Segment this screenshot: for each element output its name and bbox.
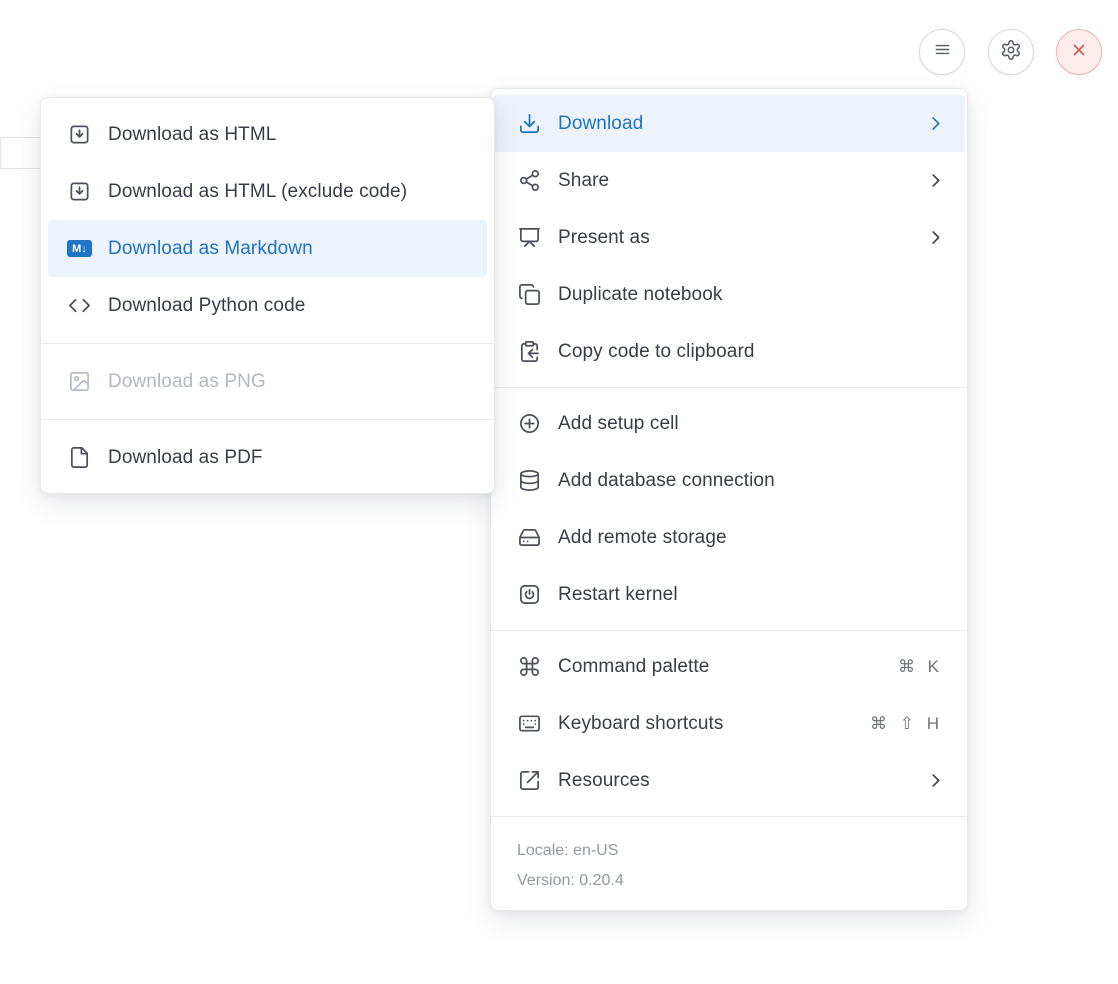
menu-item-duplicate-notebook[interactable]: Duplicate notebook [493, 266, 965, 323]
command-icon [517, 654, 542, 679]
menu-item-command-palette[interactable]: Command palette ⌘ K [493, 638, 965, 695]
menu-item-label: Download as HTML (exclude code) [108, 181, 473, 203]
menu-item-add-database-connection[interactable]: Add database connection [493, 452, 965, 509]
keyboard-icon [517, 711, 542, 736]
submenu-item-download-html[interactable]: Download as HTML [48, 106, 487, 163]
download-submenu: Download as HTML Download as HTML (exclu… [40, 97, 495, 494]
download-icon [517, 111, 542, 136]
menu-item-label: Share [558, 170, 925, 192]
hard-drive-icon [517, 525, 542, 550]
version-text: Version: 0.20.4 [517, 866, 941, 896]
notebook-actions-menu: Download Share Present as [490, 88, 968, 911]
gear-icon [1000, 39, 1022, 66]
submenu-item-download-python-code[interactable]: Download Python code [48, 277, 487, 334]
image-icon [67, 369, 92, 394]
markdown-icon: M↓ [67, 236, 92, 261]
chevron-right-icon [925, 114, 945, 133]
menu-divider [491, 387, 967, 388]
download-box-icon [67, 179, 92, 204]
menu-item-label: Add setup cell [558, 413, 945, 435]
clipboard-copy-icon [517, 339, 542, 364]
close-icon [1069, 40, 1089, 65]
menu-item-add-remote-storage[interactable]: Add remote storage [493, 509, 965, 566]
menu-item-label: Resources [558, 770, 925, 792]
close-button[interactable] [1056, 29, 1102, 75]
share-icon [517, 168, 542, 193]
menu-item-copy-code[interactable]: Copy code to clipboard [493, 323, 965, 380]
menu-item-label: Download as PNG [108, 371, 473, 393]
menu-item-label: Download as Markdown [108, 238, 473, 260]
menu-item-label: Add database connection [558, 470, 945, 492]
background-cell-border-top [0, 137, 41, 138]
notebook-menu-button[interactable] [919, 29, 965, 75]
menu-divider [41, 419, 494, 420]
settings-button[interactable] [988, 29, 1034, 75]
chevron-right-icon [925, 771, 945, 790]
menu-divider [491, 630, 967, 631]
background-cell-border-bottom [0, 168, 41, 169]
menu-item-label: Copy code to clipboard [558, 341, 945, 363]
power-icon [517, 582, 542, 607]
menu-item-label: Download as HTML [108, 124, 473, 146]
chevron-right-icon [925, 171, 945, 190]
menu-divider [41, 343, 494, 344]
duplicate-icon [517, 282, 542, 307]
menu-item-label: Add remote storage [558, 527, 945, 549]
file-icon [67, 445, 92, 470]
menu-footer: Locale: en-US Version: 0.20.4 [491, 824, 967, 910]
menu-divider [491, 816, 967, 817]
background-cell-border-left [0, 137, 1, 168]
menu-item-label: Download [558, 113, 925, 135]
submenu-item-download-markdown[interactable]: M↓ Download as Markdown [48, 220, 487, 277]
hamburger-icon [932, 39, 953, 65]
menu-item-label: Present as [558, 227, 925, 249]
menu-item-present-as[interactable]: Present as [493, 209, 965, 266]
locale-text: Locale: en-US [517, 836, 941, 866]
menu-item-label: Keyboard shortcuts [558, 713, 870, 735]
submenu-item-download-pdf[interactable]: Download as PDF [48, 429, 487, 486]
database-icon [517, 468, 542, 493]
menu-item-add-setup-cell[interactable]: Add setup cell [493, 395, 965, 452]
presentation-icon [517, 225, 542, 250]
code-icon [67, 293, 92, 318]
submenu-item-download-html-exclude-code[interactable]: Download as HTML (exclude code) [48, 163, 487, 220]
chevron-right-icon [925, 228, 945, 247]
menu-item-label: Download as PDF [108, 447, 473, 469]
submenu-item-download-png[interactable]: Download as PNG [48, 353, 487, 410]
menu-item-label: Command palette [558, 656, 898, 678]
external-link-icon [517, 768, 542, 793]
menu-item-label: Duplicate notebook [558, 284, 945, 306]
menu-item-download[interactable]: Download [493, 95, 965, 152]
markdown-badge: M↓ [67, 240, 92, 257]
menu-item-resources[interactable]: Resources [493, 752, 965, 809]
download-box-icon [67, 122, 92, 147]
plus-circle-icon [517, 411, 542, 436]
shortcut-command-palette: ⌘ K [898, 657, 943, 677]
menu-item-keyboard-shortcuts[interactable]: Keyboard shortcuts ⌘ ⇧ H [493, 695, 965, 752]
menu-item-label: Restart kernel [558, 584, 945, 606]
shortcut-keyboard-shortcuts: ⌘ ⇧ H [870, 714, 943, 734]
menu-item-label: Download Python code [108, 295, 473, 317]
menu-item-restart-kernel[interactable]: Restart kernel [493, 566, 965, 623]
menu-item-share[interactable]: Share [493, 152, 965, 209]
